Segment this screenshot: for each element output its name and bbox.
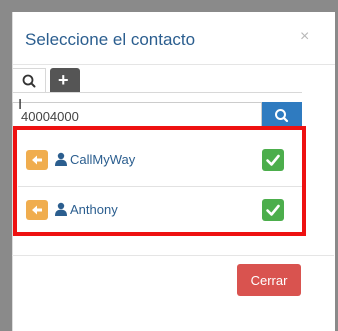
plus-icon: + <box>58 70 69 90</box>
window-frame-left <box>0 12 12 331</box>
close-button[interactable]: Cerrar <box>237 264 301 296</box>
modal-title: Seleccione el contacto <box>25 30 196 49</box>
search-icon <box>22 74 36 88</box>
tab-add-contact[interactable]: + <box>50 68 80 92</box>
tab-divider <box>12 92 302 93</box>
close-icon[interactable]: × <box>300 28 309 46</box>
header-divider <box>13 64 335 65</box>
highlight-annotation-box <box>13 126 306 236</box>
tab-search[interactable] <box>12 68 46 92</box>
footer-divider <box>12 255 334 256</box>
text-cursor-icon: I <box>18 96 23 113</box>
window-frame-top <box>0 0 338 12</box>
